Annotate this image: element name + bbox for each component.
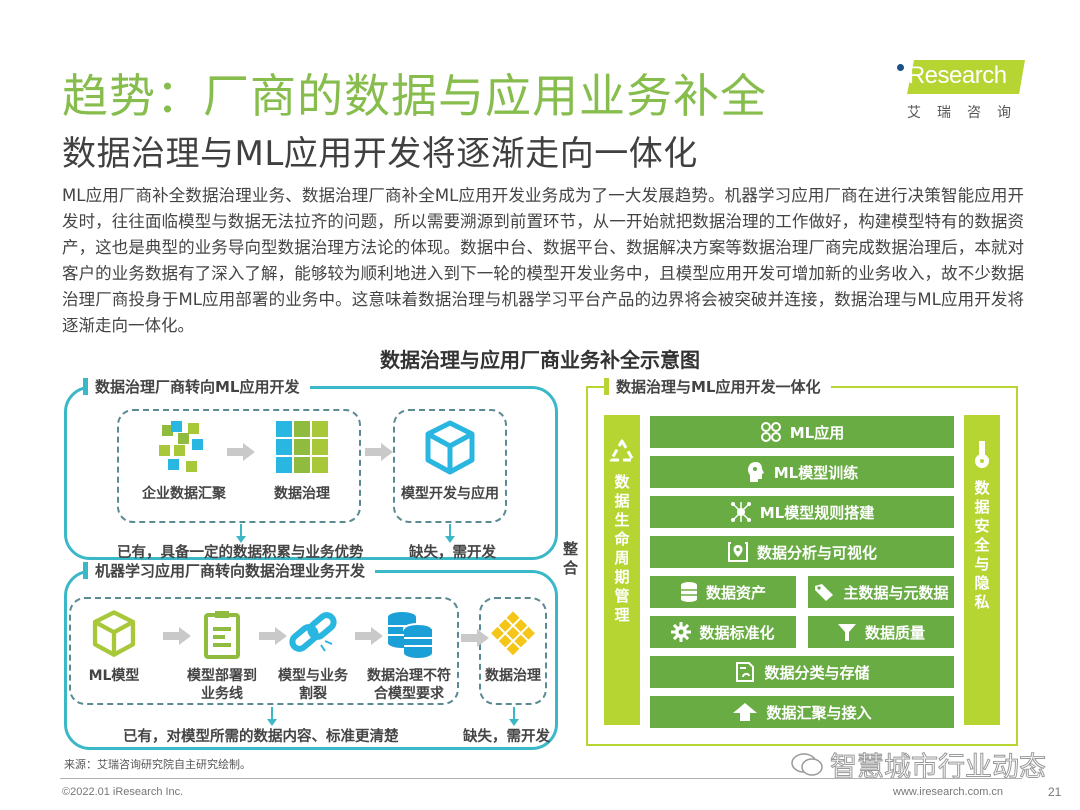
panel-a-label: 数据治理厂商转向ML应用开发 (83, 376, 310, 397)
body-paragraph: ML应用厂商补全数据治理业务、数据治理厂商补全ML应用开发业务成为了一大发展趋势… (62, 186, 1024, 335)
layer-label: ML应用 (789, 423, 845, 442)
node-label-line1: 模型部署到 (187, 668, 257, 684)
node-label-line2: 合模型要求 (374, 686, 444, 702)
copyright: ©2022.01 iResearch Inc. (62, 786, 184, 798)
note-missing: 缺失，需开发 (463, 729, 550, 745)
layer-analytics: 数据分析与可视化 (650, 536, 954, 568)
network-icon (730, 502, 751, 522)
lifecycle-label: 数据生命周期管理 (614, 473, 630, 624)
gear-icon (671, 622, 692, 642)
arrow-down-icon (236, 524, 246, 543)
logo-brand: iResearch (903, 62, 1007, 89)
grid-blocks-icon (276, 421, 328, 473)
arrow-down-icon (509, 707, 519, 726)
layer-ml-app: ML应用 (650, 416, 954, 448)
arrow-right-icon (227, 443, 257, 461)
arrow-right-icon (365, 443, 395, 461)
page-number: 21 (1048, 785, 1062, 799)
diagram-title: 数据治理与应用厂商业务补全示意图 (380, 348, 700, 372)
cube-icon (92, 610, 136, 657)
diamond-grid-icon (491, 611, 535, 656)
security-label: 数据安全与隐私 (974, 479, 990, 611)
node-label-line1: 数据治理不符 (367, 668, 451, 684)
node-enterprise-data: 企业数据汇聚 (129, 419, 239, 503)
node-model-dev: 模型开发与应用 (393, 419, 507, 503)
logo-cn: 艾瑞咨询 (907, 105, 1027, 121)
node-governance: 数据治理 (479, 609, 547, 685)
layer-ml-rules: ML模型规则搭建 (650, 496, 954, 528)
node-label: 企业数据汇聚 (142, 486, 226, 502)
panel-right-label: 数据治理与ML应用开发一体化 (604, 376, 831, 397)
tag-icon (815, 584, 834, 601)
layer-data-quality: 数据质量 (808, 616, 954, 648)
node-ml-model: ML模型 (81, 609, 147, 685)
merge-label: 整合 (563, 540, 579, 577)
layer-standardization: 数据标准化 (650, 616, 796, 648)
panel-b-label: 机器学习应用厂商转向数据治理业务开发 (83, 560, 376, 581)
lifecycle-management-column: 数据生命周期管理 (604, 415, 640, 725)
node-label-line2: 割裂 (299, 686, 327, 702)
recycle-icon (609, 439, 635, 462)
wechat-icon (791, 752, 823, 776)
layer-label: ML模型规则搭建 (759, 503, 875, 522)
layer-label: 主数据与元数据 (843, 583, 949, 602)
footer-divider (60, 778, 1022, 779)
layer-classification-storage: 数据分类与存储 (650, 656, 954, 688)
brain-head-icon (747, 462, 764, 482)
layer-label: 数据分析与可视化 (756, 543, 877, 562)
layer-ml-training: ML模型训练 (650, 456, 954, 488)
node-label-line2: 业务线 (201, 686, 243, 702)
arrow-down-icon (445, 524, 455, 543)
note-existing: 已有，对模型所需的数据内容、标准更清楚 (123, 729, 399, 745)
funnel-icon (837, 624, 856, 641)
node-data-governance: 数据治理 (257, 419, 347, 503)
clover-icon (760, 422, 781, 442)
node-label: 数据治理 (274, 486, 330, 502)
layer-label: ML模型训练 (773, 463, 859, 482)
layer-label: 数据汇聚与接入 (766, 703, 872, 722)
layer-data-assets: 数据资产 (650, 576, 796, 608)
security-privacy-column: 数据安全与隐私 (964, 415, 1000, 725)
map-pin-icon (727, 542, 748, 562)
cube-icon (425, 420, 475, 475)
document-sync-icon (736, 662, 755, 682)
website-link[interactable]: www.iresearch.com.cn (893, 786, 1003, 798)
node-label: 模型开发与应用 (401, 486, 499, 502)
broken-link-icon (289, 612, 337, 652)
layer-label: 数据标准化 (699, 623, 775, 642)
database-icon (680, 582, 697, 602)
node-label: 数据治理 (485, 668, 541, 684)
node-deploy: 模型部署到 业务线 (177, 609, 267, 703)
iresearch-logo: iResearch 艾瑞咨询 (893, 58, 1028, 128)
layer-label: 数据资产 (705, 583, 766, 602)
upload-arrow-icon (733, 703, 758, 721)
panel-governance-to-ml: 数据治理厂商转向ML应用开发 企业数据汇聚 数据治理 模型开发与应用 已有，具备… (64, 376, 558, 561)
database-icon (388, 612, 433, 658)
note-missing: 缺失，需开发 (409, 545, 496, 561)
panel-integration: 数据治理与ML应用开发一体化 数据生命周期管理 数据安全与隐私 ML应用 ML模… (586, 376, 1018, 746)
arrow-down-icon (267, 707, 277, 726)
node-mismatch: 数据治理不符 合模型要求 (357, 609, 461, 703)
panel-ml-to-governance: 机器学习应用厂商转向数据治理业务开发 ML模型 模型部署到 业务线 模型与业务 (64, 560, 558, 750)
scattered-blocks-icon (159, 421, 203, 472)
layer-ingestion: 数据汇聚与接入 (650, 696, 954, 728)
source-note: 来源：艾瑞咨询研究院自主研究绘制。 (64, 758, 251, 771)
node-label-line1: 模型与业务 (278, 668, 348, 684)
key-icon (975, 441, 989, 468)
clipboard-icon (204, 611, 240, 659)
node-label: ML模型 (88, 668, 140, 684)
layer-label: 数据质量 (864, 623, 925, 642)
page-title: 趋势：厂商的数据与应用业务补全 (62, 69, 767, 123)
note-existing: 已有，具备一定的数据积累与业务优势 (117, 545, 364, 561)
layer-master-metadata: 主数据与元数据 (808, 576, 954, 608)
page-subtitle: 数据治理与ML应用开发将逐渐走向一体化 (62, 134, 698, 174)
layer-label: 数据分类与存储 (764, 663, 870, 682)
node-split: 模型与业务 割裂 (267, 609, 359, 703)
